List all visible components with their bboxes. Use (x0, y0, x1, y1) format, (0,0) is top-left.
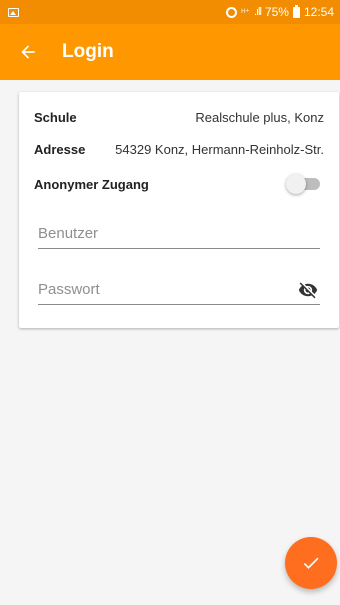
school-row: Schule Realschule plus, Konz (34, 110, 324, 125)
submit-login-button[interactable] (285, 537, 337, 589)
back-button[interactable] (0, 24, 56, 80)
username-field (38, 219, 320, 249)
alarm-icon (226, 6, 238, 18)
page-title: Login (62, 41, 114, 62)
anonymous-access-toggle[interactable] (286, 174, 324, 194)
signal-strength-icon: .ıll (253, 6, 262, 18)
arrow-back-icon (21, 45, 35, 59)
address-row: Adresse 54329 Konz, Hermann-Reinholz-Str… (34, 142, 324, 157)
address-value: 54329 Konz, Hermann-Reinholz-Str. (115, 142, 324, 157)
password-field (38, 275, 320, 305)
network-type-indicator: ᴴ⁺ (241, 6, 250, 17)
toggle-thumb (286, 174, 306, 194)
battery-icon (292, 4, 300, 18)
anonymous-access-label: Anonymer Zugang (34, 176, 149, 192)
username-input[interactable] (38, 219, 320, 248)
password-input[interactable] (38, 275, 296, 304)
anonymous-access-row: Anonymer Zugang (34, 174, 324, 194)
password-visibility-toggle[interactable] (296, 278, 320, 302)
app-bar: Login (0, 24, 340, 80)
address-label: Adresse (34, 142, 86, 157)
eye-off-icon (298, 282, 318, 298)
school-value: Realschule plus, Konz (195, 110, 324, 125)
status-bar: ᴴ⁺ .ıll 75% 12:54 (0, 0, 340, 24)
login-card: Schule Realschule plus, Konz Adresse 543… (19, 92, 339, 328)
check-icon (303, 557, 319, 569)
image-notification-icon (8, 7, 19, 17)
battery-percentage: 75% (264, 5, 289, 19)
status-time: 12:54 (303, 5, 334, 19)
school-label: Schule (34, 110, 77, 125)
